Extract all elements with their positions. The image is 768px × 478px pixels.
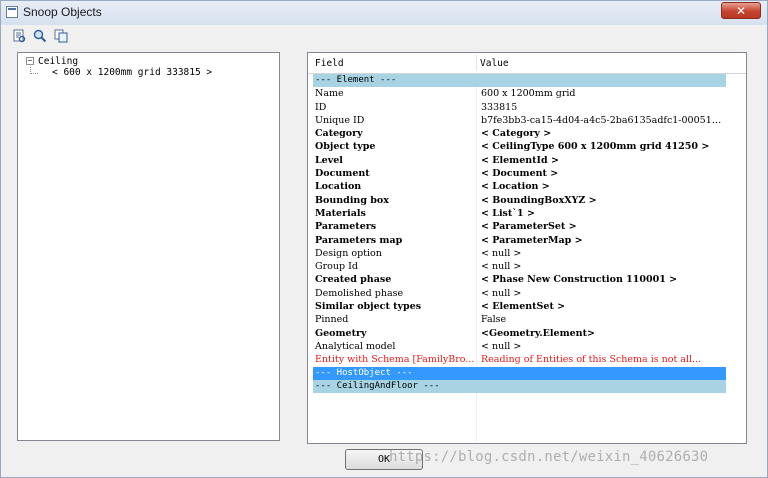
table-row[interactable]: Geometry <Geometry.Element> [313, 327, 726, 340]
table-row[interactable]: Object type < CeilingType 600 x 1200mm gr… [313, 140, 726, 153]
table-row[interactable]: Entity with Schema [FamilyBro... Reading … [313, 353, 726, 366]
value-cell: < Phase New Construction 110001 > [481, 274, 678, 286]
title-bar[interactable]: Snoop Objects ✕ [1, 1, 767, 25]
value-cell: < null > [481, 247, 522, 259]
table-row[interactable]: --- HostObject --- [313, 366, 726, 380]
field-cell: Pinned [315, 314, 349, 326]
tree-connector-line [30, 73, 38, 74]
field-cell: Unique ID [315, 114, 365, 126]
grid-header: Field Value [308, 53, 746, 74]
field-cell: Entity with Schema [FamilyBro... [315, 354, 475, 366]
field-cell: Object type [315, 141, 376, 153]
value-cell: 333815 [481, 101, 518, 113]
value-cell: < null > [481, 340, 522, 352]
field-cell: ID [315, 101, 327, 113]
find-icon[interactable] [32, 28, 48, 44]
table-row[interactable]: Level < ElementId > [313, 154, 726, 167]
field-cell: --- CeilingAndFloor --- [315, 380, 440, 391]
collapse-expander-icon[interactable]: − [26, 57, 34, 65]
value-cell: < null > [481, 287, 522, 299]
value-cell: b7fe3bb3-ca15-4d04-a4c5-2ba6135adfc1-000… [481, 114, 725, 126]
table-row[interactable]: Parameters map < ParameterMap > [313, 234, 726, 247]
column-separator[interactable] [476, 55, 477, 71]
value-cell: False [481, 314, 507, 326]
table-row[interactable]: Parameters < ParameterSet > [313, 220, 726, 233]
column-header-value[interactable]: Value [480, 58, 509, 69]
field-cell: Document [315, 168, 370, 180]
object-tree[interactable]: − Ceiling < 600 x 1200mm grid 333815 > [17, 52, 280, 441]
table-row[interactable]: Unique ID b7fe3bb3-ca15-4d04-a4c5-2ba6135… [313, 114, 726, 127]
value-cell: < ElementSet > [481, 301, 566, 313]
value-cell: < Document > [481, 168, 559, 180]
value-cell: < ParameterSet > [481, 221, 577, 233]
field-cell: Parameters [315, 221, 377, 233]
table-row[interactable]: Name 600 x 1200mm grid [313, 87, 726, 100]
value-cell: Reading of Entities of this Schema is no… [481, 354, 702, 366]
table-row[interactable]: Design option < null > [313, 247, 726, 260]
field-cell: Created phase [315, 274, 392, 286]
table-row[interactable]: Group Id < null > [313, 260, 726, 273]
toolbar [5, 26, 85, 46]
table-row[interactable]: Location < Location > [313, 180, 726, 193]
value-cell: < null > [481, 261, 522, 273]
field-cell: Bounding box [315, 194, 389, 206]
property-grid[interactable]: Field Value --- Element --- Name 600 x 120… [307, 52, 747, 444]
column-header-field[interactable]: Field [315, 58, 344, 69]
field-cell: Analytical model [315, 340, 396, 352]
app-icon [6, 6, 18, 18]
close-button[interactable]: ✕ [721, 2, 761, 19]
value-cell: < Category > [481, 128, 552, 140]
tree-node-child[interactable]: < 600 x 1200mm grid 333815 > [52, 67, 212, 78]
value-cell: < ElementId > [481, 154, 559, 166]
field-cell: --- HostObject --- [315, 367, 413, 378]
table-row[interactable]: Materials < List`1 > [313, 207, 726, 220]
field-cell: Group Id [315, 261, 358, 273]
value-cell: < List`1 > [481, 207, 535, 219]
snoop-icon[interactable] [11, 28, 27, 44]
value-cell: <Geometry.Element> [481, 327, 595, 339]
field-cell: Level [315, 154, 343, 166]
table-row[interactable]: Demolished phase < null > [313, 287, 726, 300]
value-cell: < ParameterMap > [481, 234, 583, 246]
table-row[interactable]: ID 333815 [313, 101, 726, 114]
table-row[interactable]: --- CeilingAndFloor --- [313, 379, 726, 394]
field-cell: Location [315, 181, 362, 193]
table-row[interactable]: --- Element --- [313, 74, 726, 88]
field-cell: Geometry [315, 327, 367, 339]
field-cell: Materials [315, 207, 366, 219]
tree-root-label: Ceiling [38, 56, 79, 67]
field-cell: Name [315, 88, 344, 100]
value-cell: < Location > [481, 181, 550, 193]
grid-rows: --- Element --- Name 600 x 1200mm grid ID 33… [313, 74, 726, 394]
field-cell: Category [315, 128, 363, 140]
field-cell: Parameters map [315, 234, 403, 246]
field-cell: --- Element --- [315, 75, 397, 85]
watermark-text: https://blog.csdn.net/weixin_40626630 [389, 449, 709, 465]
table-row[interactable]: Pinned False [313, 313, 726, 326]
table-row[interactable]: Bounding box < BoundingBoxXYZ > [313, 194, 726, 207]
field-cell: Design option [315, 247, 382, 259]
table-row[interactable]: Category < Category > [313, 127, 726, 140]
window-title: Snoop Objects [23, 5, 102, 19]
value-cell: 600 x 1200mm grid [481, 88, 576, 100]
table-row[interactable]: Similar object types < ElementSet > [313, 300, 726, 313]
field-cell: Similar object types [315, 301, 422, 313]
value-cell: < BoundingBoxXYZ > [481, 194, 597, 206]
value-cell: < CeilingType 600 x 1200mm grid 41250 > [481, 141, 710, 153]
table-row[interactable]: Document < Document > [313, 167, 726, 180]
table-row[interactable]: Created phase < Phase New Construction 11… [313, 273, 726, 286]
snoop-objects-window: Snoop Objects ✕ − Ceiling < 600 x 1200mm… [0, 0, 768, 478]
table-row[interactable]: Analytical model < null > [313, 340, 726, 353]
field-cell: Demolished phase [315, 287, 404, 299]
copy-icon[interactable] [53, 28, 69, 44]
